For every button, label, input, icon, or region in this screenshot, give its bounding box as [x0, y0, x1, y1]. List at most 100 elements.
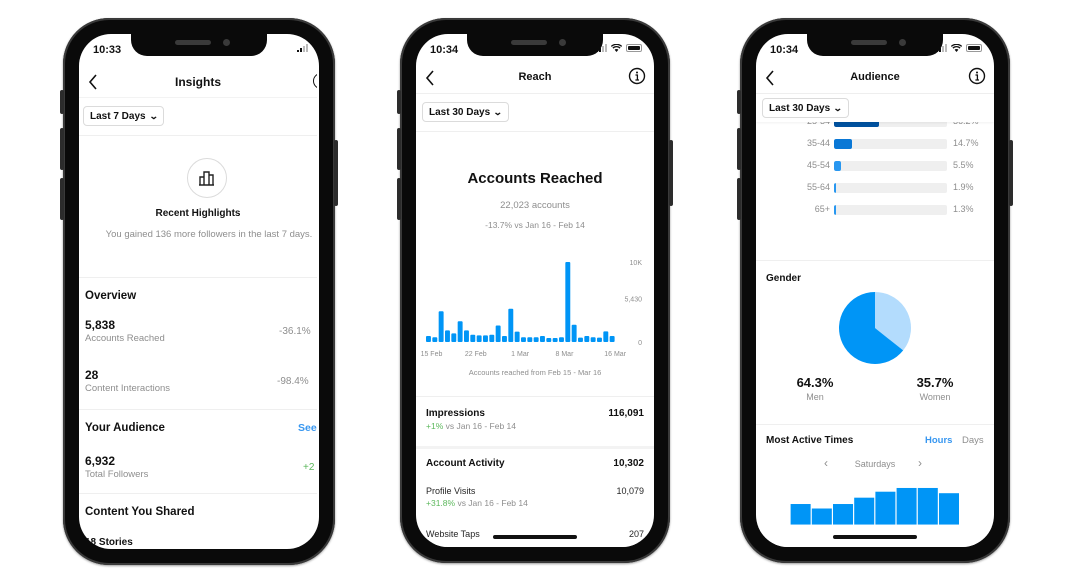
stat-accounts-reached[interactable]: 5,838 Accounts Reached -36.1%: [79, 318, 317, 368]
gender-section: Gender 64.3% Men 35.7% Women: [756, 260, 994, 424]
website-taps-value: 207: [628, 529, 644, 539]
reach-bar[interactable]: [432, 337, 438, 342]
reach-bar[interactable]: [502, 336, 507, 342]
reach-bar[interactable]: [559, 337, 564, 342]
overview-section: Overview 5,838 Accounts Reached -36.1% 2…: [79, 278, 317, 410]
active-time-bar[interactable]: [896, 487, 917, 525]
notch: [807, 34, 943, 56]
age-range-row: 55-64 1.9%: [756, 180, 994, 196]
stat-change: -36.1%: [279, 326, 311, 337]
stories-count[interactable]: 18 Stories: [85, 537, 133, 548]
wifi-icon: [951, 44, 962, 52]
reach-bar[interactable]: [521, 337, 526, 342]
account-activity-label: Account Activity: [426, 458, 505, 469]
reach-bar[interactable]: [457, 321, 463, 342]
reach-bar[interactable]: [495, 325, 501, 342]
reach-bar[interactable]: [533, 337, 539, 342]
stat-value: 28: [85, 368, 99, 382]
y-tick-label: 5,430: [624, 297, 642, 304]
women-label: Women: [919, 392, 951, 402]
age-range-track: [834, 139, 947, 149]
overview-title: Overview: [85, 290, 137, 302]
tab-hours[interactable]: Hours: [925, 435, 952, 446]
power-button: [669, 140, 673, 206]
reach-bar[interactable]: [438, 311, 444, 342]
active-time-bar[interactable]: [938, 493, 959, 525]
reach-bar[interactable]: [552, 338, 558, 342]
reach-bar[interactable]: [483, 335, 488, 342]
power-button: [1009, 140, 1013, 206]
signal-icon: [297, 44, 308, 52]
insights-content: Recent Highlights You gained 136 more fo…: [79, 136, 317, 549]
accounts-reached-title: Accounts Reached: [467, 170, 603, 187]
stat-label: Content Interactions: [85, 383, 171, 394]
age-range-track: [834, 161, 947, 171]
home-indicator[interactable]: [833, 535, 917, 539]
date-range-label: Last 7 Days: [90, 110, 146, 122]
x-tick-label: 22 Feb: [465, 351, 487, 358]
reach-bar[interactable]: [470, 334, 476, 342]
phone-audience: 10:34 Audience Last 30 Days ⌄ 25-3436.2%…: [737, 18, 1013, 563]
status-time: 10:34: [770, 44, 799, 56]
stat-label: Total Followers: [85, 469, 149, 480]
reach-bar[interactable]: [445, 330, 450, 342]
impressions-row[interactable]: Impressions 116,091 +1% vs Jan 16 - Feb …: [416, 396, 654, 446]
active-time-bar[interactable]: [875, 491, 896, 525]
reach-bar[interactable]: [514, 331, 520, 342]
active-time-bar[interactable]: [790, 504, 811, 525]
date-range-dropdown[interactable]: Last 30 Days ⌄: [762, 98, 849, 118]
volume-up-button: [397, 128, 401, 170]
y-tick-label: 10K: [630, 260, 643, 267]
profile-visits-change: +31.8%: [426, 498, 456, 508]
age-range-fill: [834, 183, 837, 193]
chevron-down-icon: ⌄: [148, 110, 159, 121]
reach-bar[interactable]: [464, 330, 469, 342]
age-range-label: 65+: [814, 204, 830, 214]
notch: [131, 34, 267, 56]
reach-bar[interactable]: [590, 337, 596, 342]
page-title: Audience: [850, 71, 900, 83]
reach-bar[interactable]: [546, 338, 552, 342]
home-indicator[interactable]: [493, 535, 577, 539]
date-range-dropdown[interactable]: Last 7 Days ⌄: [83, 106, 165, 126]
reach-bar[interactable]: [609, 336, 615, 342]
next-day-chevron-icon[interactable]: ›: [918, 456, 922, 470]
active-time-bar[interactable]: [833, 504, 854, 525]
reach-bar[interactable]: [584, 336, 590, 342]
active-time-bar[interactable]: [917, 487, 938, 525]
reach-bar[interactable]: [540, 336, 545, 342]
see-all-link[interactable]: See: [298, 422, 317, 434]
nav-bar: Insights: [79, 68, 317, 98]
reach-bar[interactable]: [489, 334, 495, 342]
wifi-icon: [312, 44, 317, 52]
content-shared-section: Content You Shared 18 Stories: [79, 494, 317, 549]
reach-bar[interactable]: [597, 337, 602, 342]
nav-bar: Reach: [416, 64, 654, 94]
impressions-compare: +1% vs Jan 16 - Feb 14: [426, 421, 516, 431]
date-range-dropdown[interactable]: Last 30 Days ⌄: [422, 102, 509, 122]
reach-bar[interactable]: [426, 336, 431, 342]
age-range-fill: [834, 161, 841, 171]
reach-bar[interactable]: [508, 308, 514, 342]
filter-row: Last 30 Days ⌄: [756, 94, 994, 122]
battery-icon: [966, 44, 982, 52]
reach-bar[interactable]: [527, 337, 533, 342]
reach-bar[interactable]: [571, 324, 577, 342]
tab-days[interactable]: Days: [962, 435, 984, 446]
impressions-compare-text: vs Jan 16 - Feb 14: [443, 421, 517, 431]
audience-section: Your Audience See 6,932 Total Followers …: [79, 410, 317, 494]
info-button[interactable]: [968, 67, 986, 85]
content-shared-title: Content You Shared: [85, 506, 195, 518]
active-time-bar[interactable]: [811, 508, 832, 525]
highlight-text: You gained 136 more followers in the las…: [105, 229, 313, 240]
reach-bar[interactable]: [451, 333, 457, 342]
profile-visits-row[interactable]: Profile Visits 10,079 +31.8% vs Jan 16 -…: [416, 483, 654, 519]
reach-bar[interactable]: [476, 335, 482, 342]
account-activity-value: 10,302: [613, 458, 644, 469]
active-time-bar[interactable]: [854, 497, 875, 525]
info-button[interactable]: [628, 67, 646, 85]
reach-bar[interactable]: [603, 331, 609, 342]
reach-bar[interactable]: [565, 262, 571, 342]
reach-bar[interactable]: [578, 337, 583, 342]
page-title: Insights: [174, 75, 221, 89]
